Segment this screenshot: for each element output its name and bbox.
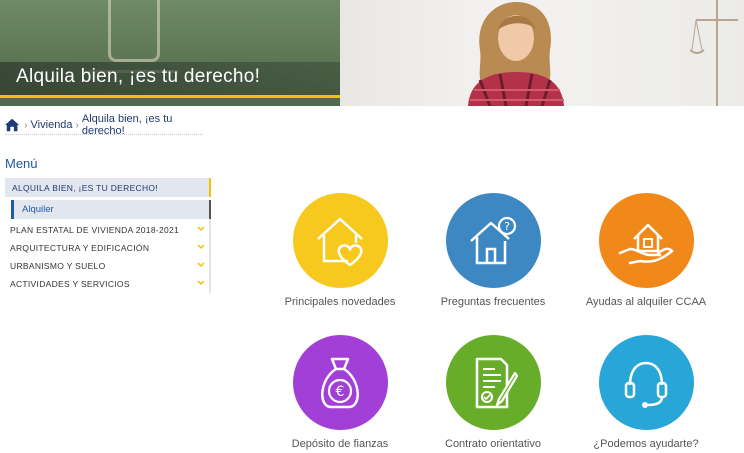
- submenu-item-label: Alquiler: [22, 204, 54, 215]
- breadcrumb: › Vivienda › Alquila bien, ¡es tu derech…: [5, 113, 203, 137]
- tile-label[interactable]: Ayudas al alquiler CCAA: [571, 296, 721, 308]
- tile-principales-novedades[interactable]: Principales novedades: [265, 193, 415, 308]
- menu-item-label: ALQUILA BIEN, ¡ES TU DERECHO!: [12, 182, 158, 193]
- money-bag-icon: €: [321, 357, 359, 408]
- hero-banner: Alquila bien, ¡es tu derecho!: [0, 0, 744, 106]
- headset-icon: [624, 361, 668, 408]
- woman-photo: [468, 2, 564, 106]
- tile-label[interactable]: Preguntas frecuentes: [418, 296, 568, 308]
- scale-decoration: [690, 0, 738, 106]
- home-icon[interactable]: [5, 118, 20, 132]
- breadcrumb-item-current[interactable]: Alquila bien, ¡es tu derecho!: [82, 113, 203, 137]
- chevron-down-icon[interactable]: [197, 279, 205, 287]
- tile-circle[interactable]: ?: [445, 193, 541, 288]
- tile-circle[interactable]: [292, 193, 388, 288]
- menu-item-arquitectura[interactable]: ARQUITECTURA Y EDIFICACIÓN: [5, 239, 211, 257]
- submenu-item-alquiler[interactable]: Alquiler: [11, 200, 211, 219]
- tile-contrato-orientativo[interactable]: Contrato orientativo: [418, 335, 568, 450]
- tile-deposito-fianzas[interactable]: € Depósito de fianzas: [265, 335, 415, 450]
- svg-text:?: ?: [504, 220, 510, 233]
- hero-image-left: [0, 0, 340, 106]
- menu-item-label: ARQUITECTURA Y EDIFICACIÓN: [10, 243, 150, 253]
- tile-circle[interactable]: [445, 335, 541, 430]
- house-question-icon: ?: [470, 216, 517, 264]
- sidebar-menu: ALQUILA BIEN, ¡ES TU DERECHO! Alquiler P…: [5, 178, 211, 293]
- tile-circle[interactable]: €: [292, 335, 388, 430]
- breadcrumb-separator: ›: [24, 119, 28, 131]
- tile-label[interactable]: Principales novedades: [265, 296, 415, 308]
- hand-house-icon: [618, 223, 674, 264]
- breadcrumb-item-vivienda[interactable]: Vivienda: [31, 119, 73, 131]
- hero-title-underline: [0, 95, 340, 98]
- contract-icon: [475, 357, 519, 408]
- menu-item-actividades[interactable]: ACTIVIDADES Y SERVICIOS: [5, 275, 211, 293]
- chevron-down-icon[interactable]: [197, 243, 205, 251]
- chevron-down-icon[interactable]: [197, 261, 205, 269]
- page-title: Alquila bien, ¡es tu derecho!: [16, 66, 261, 87]
- menu-item-plan-estatal[interactable]: PLAN ESTATAL DE VIVIENDA 2018-2021: [5, 221, 211, 239]
- menu-item-urbanismo[interactable]: URBANISMO Y SUELO: [5, 257, 211, 275]
- tile-preguntas-frecuentes[interactable]: ? Preguntas frecuentes: [418, 193, 568, 308]
- menu-item-label: PLAN ESTATAL DE VIVIENDA 2018-2021: [10, 225, 180, 235]
- tile-podemos-ayudarte[interactable]: ¿Podemos ayudarte?: [571, 335, 721, 450]
- tile-circle[interactable]: [598, 335, 694, 430]
- menu-item-label: ACTIVIDADES Y SERVICIOS: [10, 279, 130, 289]
- menu-title: Menú: [5, 156, 38, 171]
- tile-label[interactable]: Depósito de fianzas: [265, 438, 415, 450]
- menu-item-alquila-bien[interactable]: ALQUILA BIEN, ¡ES TU DERECHO!: [5, 178, 211, 197]
- house-heart-icon: [317, 217, 363, 267]
- svg-text:€: €: [336, 384, 345, 400]
- chevron-down-icon[interactable]: [197, 225, 205, 233]
- menu-item-label: URBANISMO Y SUELO: [10, 261, 106, 271]
- tile-ayudas-alquiler[interactable]: Ayudas al alquiler CCAA: [571, 193, 721, 308]
- tile-label[interactable]: ¿Podemos ayudarte?: [571, 438, 721, 450]
- tile-circle[interactable]: [598, 193, 694, 288]
- breadcrumb-separator: ›: [75, 119, 79, 131]
- lamp-decoration: [108, 0, 160, 62]
- tile-label[interactable]: Contrato orientativo: [418, 438, 568, 450]
